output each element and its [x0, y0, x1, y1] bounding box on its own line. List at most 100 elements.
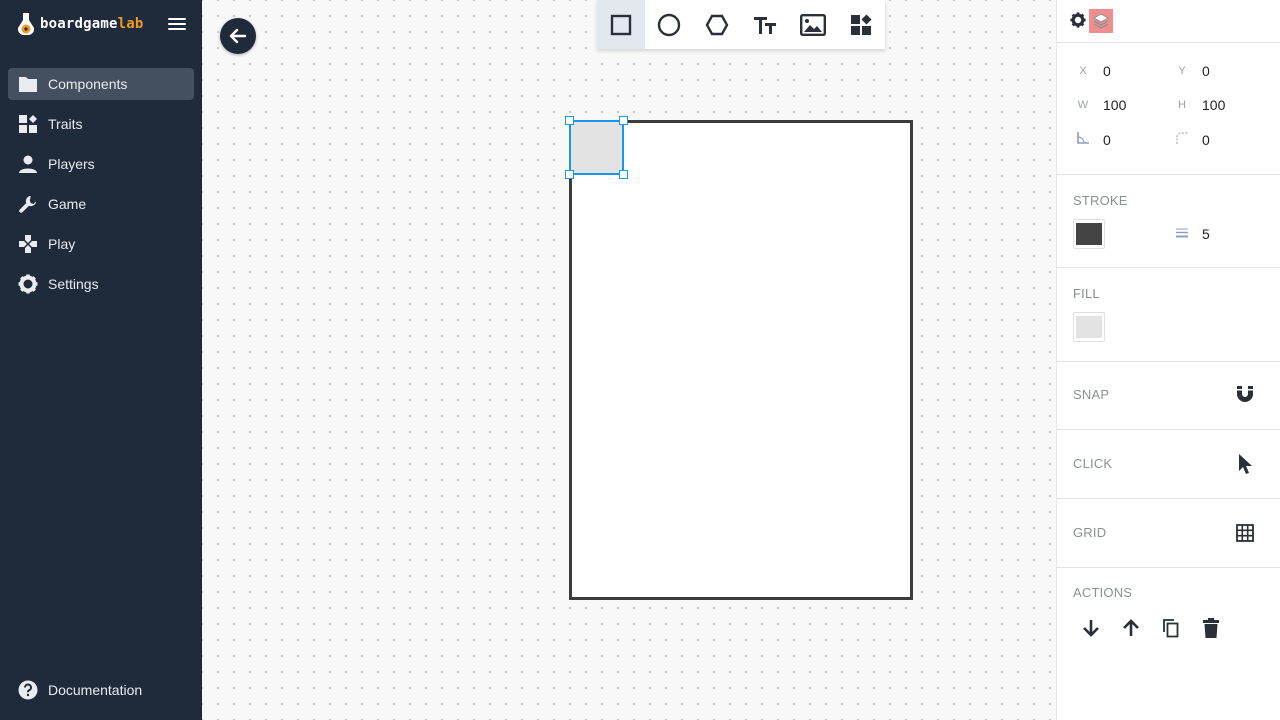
widgets-icon [18, 114, 38, 134]
fill-color-swatch[interactable] [1073, 312, 1105, 342]
shape-toolbar [597, 0, 885, 49]
y-label: Y [1178, 65, 1186, 77]
circle-icon [657, 13, 681, 36]
radius-input[interactable] [1202, 131, 1262, 148]
rectangle-icon [610, 14, 632, 35]
widgets-tool[interactable] [837, 0, 885, 49]
circle-tool[interactable] [645, 0, 693, 49]
w-label: W [1077, 99, 1089, 111]
panel-header [1057, 0, 1280, 43]
sidebar-item-play[interactable]: Play [8, 228, 194, 260]
corner-radius-icon [1172, 131, 1192, 148]
stroke-title: STROKE [1073, 193, 1128, 208]
fill-title: FILL [1073, 286, 1100, 301]
wrench-icon [18, 194, 38, 214]
x-input[interactable] [1103, 63, 1163, 79]
stroke-section: STROKE [1057, 175, 1280, 268]
geometry-section: X Y W H [1057, 43, 1280, 175]
width-input[interactable] [1103, 97, 1163, 113]
sidebar-item-label: Components [48, 76, 128, 92]
menu-icon[interactable] [168, 15, 188, 33]
trash-icon [1203, 618, 1219, 638]
sidebar: boardgamelab Components Traits Players G… [0, 0, 202, 720]
image-tool[interactable] [789, 0, 837, 49]
click-section: CLICK [1057, 430, 1280, 499]
send-backward-button[interactable] [1079, 616, 1103, 640]
folder-icon [18, 74, 38, 94]
snap-toggle[interactable] [1233, 382, 1257, 406]
cursor-icon [1239, 454, 1252, 474]
brand[interactable]: boardgamelab [16, 10, 144, 38]
h-label: H [1178, 99, 1186, 111]
copy-icon [1163, 619, 1179, 638]
angle-input[interactable] [1103, 131, 1163, 148]
flask-logo-icon [17, 13, 35, 35]
fill-section: FILL [1057, 268, 1280, 362]
click-toggle[interactable] [1233, 452, 1257, 476]
sidebar-item-traits[interactable]: Traits [8, 108, 194, 140]
click-title: CLICK [1073, 456, 1113, 471]
gear-icon[interactable] [1070, 12, 1086, 28]
person-icon [18, 154, 38, 174]
hexagon-icon [705, 14, 729, 35]
widgets-icon [851, 14, 872, 35]
w-prop: W [1073, 97, 1163, 113]
grid-title: GRID [1073, 525, 1107, 540]
delete-button[interactable] [1199, 616, 1223, 640]
text-icon [754, 16, 776, 34]
radius-prop [1172, 131, 1262, 148]
rectangle-shape[interactable] [569, 120, 624, 175]
angle-prop [1073, 131, 1163, 148]
editor-canvas[interactable] [202, 0, 1056, 720]
arrow-up-icon [1123, 619, 1139, 636]
y-input[interactable] [1202, 63, 1262, 79]
sidebar-item-label: Traits [48, 116, 83, 132]
help-icon [18, 680, 38, 700]
documentation-link[interactable]: Documentation [18, 680, 142, 700]
gear-icon [18, 274, 38, 294]
line-weight-icon [1172, 227, 1192, 242]
sidebar-item-label: Game [48, 196, 87, 212]
brand-name: boardgamelab [40, 16, 144, 32]
brand-suffix: lab [117, 16, 144, 32]
text-tool[interactable] [741, 0, 789, 49]
documentation-label: Documentation [48, 682, 143, 698]
y-prop: Y [1172, 63, 1262, 79]
x-prop: X [1073, 63, 1163, 79]
magnet-icon [1237, 386, 1253, 402]
grid-toggle[interactable] [1233, 521, 1257, 545]
bring-forward-button[interactable] [1119, 616, 1143, 640]
snap-title: SNAP [1073, 387, 1110, 402]
sidebar-item-settings[interactable]: Settings [8, 268, 194, 300]
actions-title: ACTIONS [1073, 585, 1133, 600]
sidebar-nav: Components Traits Players Game Play Sett… [8, 68, 194, 308]
arrow-left-icon [229, 28, 247, 44]
rectangle-tool[interactable] [597, 0, 645, 49]
image-icon [800, 13, 826, 36]
snap-section: SNAP [1057, 362, 1280, 430]
arrow-down-icon [1083, 620, 1099, 637]
duplicate-button[interactable] [1159, 616, 1183, 640]
angle-icon [1073, 131, 1093, 148]
stroke-color-swatch[interactable] [1073, 219, 1105, 249]
sidebar-item-label: Play [48, 236, 76, 252]
gamepad-icon [18, 234, 38, 254]
sidebar-item-game[interactable]: Game [8, 188, 194, 220]
sidebar-item-components[interactable]: Components [8, 68, 194, 100]
hexagon-tool[interactable] [693, 0, 741, 49]
component-card[interactable] [569, 120, 913, 600]
brand-prefix: boardgame [40, 16, 118, 32]
grid-icon [1236, 524, 1254, 542]
sidebar-item-players[interactable]: Players [8, 148, 194, 180]
sidebar-item-label: Settings [48, 276, 99, 292]
height-input[interactable] [1202, 97, 1262, 113]
stroke-width-prop [1172, 226, 1262, 242]
back-button[interactable] [220, 18, 256, 54]
properties-panel: X Y W H STROKE [1056, 0, 1280, 720]
layers-icon [1093, 13, 1109, 29]
h-prop: H [1172, 97, 1262, 113]
sidebar-item-label: Players [48, 156, 95, 172]
stroke-width-input[interactable] [1202, 226, 1262, 242]
layers-button[interactable] [1089, 9, 1113, 33]
grid-section: GRID [1057, 499, 1280, 568]
